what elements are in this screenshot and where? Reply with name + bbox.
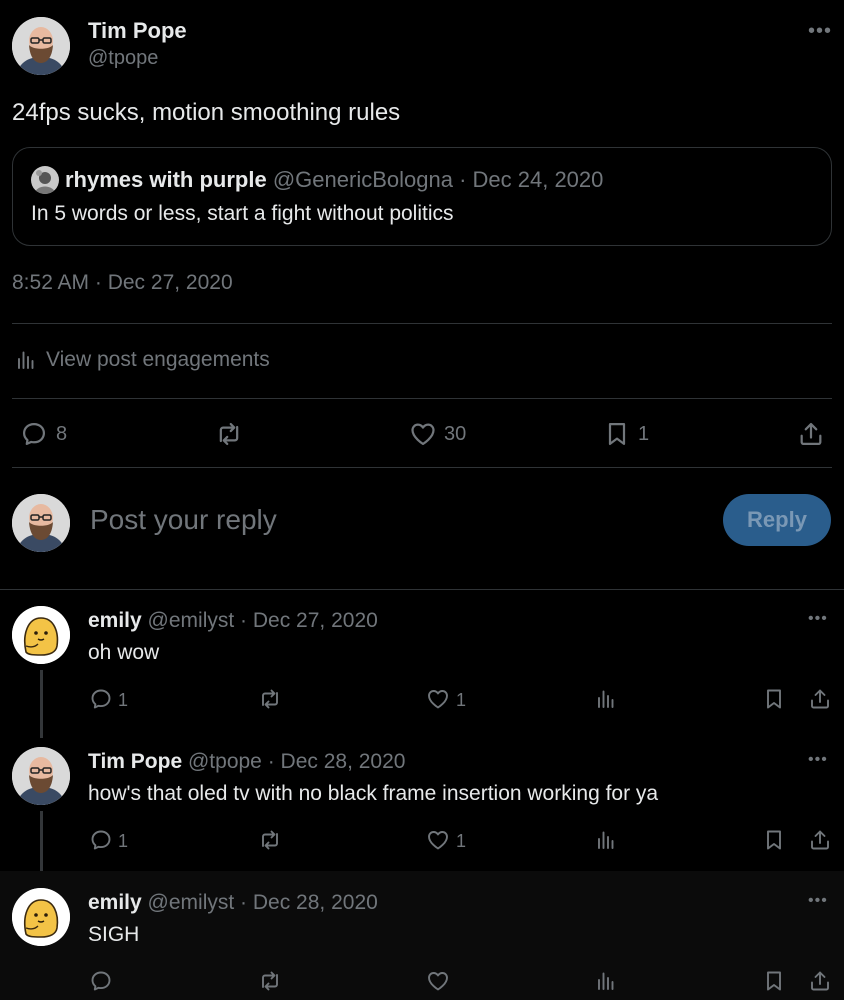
reply-count: 1 (118, 690, 129, 710)
views-icon[interactable] (594, 969, 618, 993)
bookmark-icon[interactable] (762, 687, 786, 711)
views-icon[interactable] (594, 828, 618, 852)
composer-avatar[interactable] (12, 494, 70, 552)
reply-button[interactable]: Reply (723, 494, 831, 546)
reply-date[interactable]: · Dec 28, 2020 (240, 891, 378, 914)
reply-text: oh wow (88, 641, 160, 664)
like-icon[interactable] (425, 828, 451, 852)
like-count: 1 (456, 690, 467, 710)
reply-icon[interactable] (89, 969, 113, 993)
share-icon[interactable] (797, 420, 825, 448)
author-handle[interactable]: @emilyst (148, 891, 235, 914)
divider (12, 323, 832, 324)
divider (0, 589, 844, 590)
reply-icon[interactable] (89, 687, 113, 711)
bookmark-icon[interactable] (762, 828, 786, 852)
bookmark-count: 1 (638, 423, 650, 445)
like-icon[interactable] (408, 420, 438, 448)
view-engagements-link[interactable]: View post engagements (46, 348, 270, 372)
reply-header: Tim Pope @tpope · Dec 28, 2020 (88, 750, 405, 774)
repost-icon[interactable] (214, 420, 244, 448)
share-icon[interactable] (808, 969, 832, 993)
like-icon[interactable] (425, 969, 451, 993)
bookmark-icon[interactable] (762, 969, 786, 993)
like-icon[interactable] (425, 687, 451, 711)
share-icon[interactable] (808, 687, 832, 711)
author-handle[interactable]: @tpope (188, 750, 262, 773)
reply-count: 8 (56, 423, 68, 445)
avatar[interactable] (12, 888, 70, 946)
repost-icon[interactable] (257, 687, 283, 711)
views-icon[interactable] (594, 687, 618, 711)
author-handle[interactable]: @emilyst (148, 609, 235, 632)
reply-text: SIGH (88, 923, 140, 946)
repost-icon[interactable] (257, 828, 283, 852)
bookmark-icon[interactable] (603, 420, 631, 448)
divider (12, 467, 832, 468)
reply-header: emily @emilyst · Dec 27, 2020 (88, 609, 378, 633)
more-icon[interactable]: ••• (808, 20, 832, 43)
post-text: 24fps sucks, motion smoothing rules (12, 99, 401, 126)
reply-date[interactable]: · Dec 28, 2020 (268, 750, 406, 773)
like-count: 1 (456, 831, 467, 851)
thread-line (40, 670, 43, 738)
quote-author-handle[interactable]: @GenericBologna (273, 167, 453, 192)
more-icon[interactable]: ••• (808, 892, 828, 910)
quote-author-name[interactable]: rhymes with purple (65, 167, 267, 192)
thread-line (40, 811, 43, 879)
more-icon[interactable]: ••• (808, 751, 828, 769)
reply-icon[interactable] (89, 828, 113, 852)
reply-icon[interactable] (20, 420, 48, 448)
post-timestamp[interactable]: 8:52 AM · Dec 27, 2020 (12, 271, 233, 295)
reply-text: how's that oled tv with no black frame i… (88, 782, 659, 805)
repost-icon[interactable] (257, 969, 283, 993)
reply-count: 1 (118, 831, 129, 851)
quote-header: rhymes with purple @GenericBologna · Dec… (65, 167, 603, 193)
quote-date: · Dec 24, 2020 (459, 167, 604, 192)
avatar[interactable] (12, 606, 70, 664)
more-icon[interactable]: ••• (808, 610, 828, 628)
author-name[interactable]: Tim Pope (88, 18, 187, 44)
avatar[interactable] (12, 747, 70, 805)
share-icon[interactable] (808, 828, 832, 852)
quote-avatar[interactable] (31, 166, 59, 194)
author-name[interactable]: emily (88, 609, 142, 632)
divider (12, 398, 832, 399)
author-handle[interactable]: @tpope (88, 47, 158, 70)
reply-date[interactable]: · Dec 27, 2020 (240, 609, 378, 632)
author-name[interactable]: emily (88, 891, 142, 914)
quoted-post[interactable]: rhymes with purple @GenericBologna · Dec… (12, 147, 832, 246)
engagements-icon[interactable] (14, 348, 38, 372)
author-name[interactable]: Tim Pope (88, 750, 182, 773)
reply-input[interactable]: Post your reply (90, 504, 277, 536)
quote-text: In 5 words or less, start a fight withou… (31, 202, 454, 225)
avatar[interactable] (12, 17, 70, 75)
reply-header: emily @emilyst · Dec 28, 2020 (88, 891, 378, 915)
like-count: 30 (444, 423, 467, 445)
